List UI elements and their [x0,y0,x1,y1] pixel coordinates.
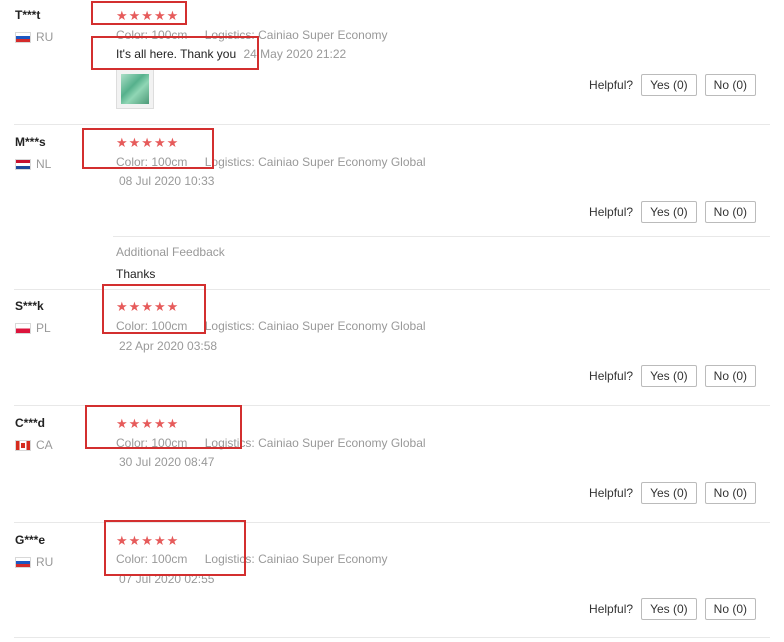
reviewer-name: S***k [15,299,44,313]
country-code: RU [36,555,54,569]
feedback-divider [113,236,770,237]
helpful-no-button[interactable]: No (0) [704,482,756,504]
reviewer-country: RU [15,555,53,569]
country-code: CA [36,438,53,452]
reviewer-country: PL [15,321,51,335]
country-code: PL [36,321,51,335]
helpful-yes-button[interactable]: Yes (0) [641,74,697,96]
reviewer-country: CA [15,438,53,452]
country-code: RU [36,30,54,44]
logistics-value: Cainiao Super Economy Global [258,319,426,333]
reviewer-name: T***t [15,8,41,22]
review-date: 30 Jul 2020 08:47 [119,455,215,469]
logistics-value: Cainiao Super Economy [258,28,388,42]
review-date: 22 Apr 2020 03:58 [119,339,218,353]
helpful-no-button[interactable]: No (0) [704,74,756,96]
review-date: 08 Jul 2020 10:33 [119,174,215,188]
review-divider [14,637,770,638]
reviewer-name: G***e [15,533,46,547]
helpful-yes-button[interactable]: Yes (0) [641,482,697,504]
logistics-value: Cainiao Super Economy Global [258,436,426,450]
helpful-label: Helpful? [589,205,634,219]
annotation-box [85,405,242,449]
helpful-label: Helpful? [589,78,634,92]
russia-flag-icon [15,31,31,43]
additional-feedback-text: Thanks [116,267,156,281]
helpful-label: Helpful? [589,602,634,616]
helpful-label: Helpful? [589,369,634,383]
additional-feedback-label: Additional Feedback [116,245,225,259]
reviewer-name: C***d [15,416,46,430]
country-code: NL [36,157,52,171]
logistics-value: Cainiao Super Economy Global [258,155,426,169]
helpful-label: Helpful? [589,486,634,500]
helpful-no-button[interactable]: No (0) [704,201,756,223]
logistics-value: Cainiao Super Economy [258,552,388,566]
annotation-box [104,520,246,576]
review-divider [14,124,770,125]
helpful-voting: Helpful? Yes (0) No (0) [589,365,756,387]
helpful-voting: Helpful? Yes (0) No (0) [589,74,756,96]
review-photo-thumbnail[interactable] [116,69,154,109]
annotation-box [91,1,187,25]
reviewer-name: M***s [15,135,46,149]
reviewer-country: RU [15,30,53,44]
netherlands-flag-icon [15,158,31,170]
helpful-yes-button[interactable]: Yes (0) [641,201,697,223]
logistics-label: Logistics: [204,319,255,333]
helpful-voting: Helpful? Yes (0) No (0) [589,201,756,223]
helpful-no-button[interactable]: No (0) [704,598,756,620]
annotation-box [91,36,259,70]
annotation-box [82,128,214,169]
helpful-no-button[interactable]: No (0) [704,365,756,387]
helpful-voting: Helpful? Yes (0) No (0) [589,482,756,504]
annotation-box [102,284,206,334]
helpful-yes-button[interactable]: Yes (0) [641,365,697,387]
poland-flag-icon [15,322,31,334]
russia-flag-icon [15,556,31,568]
helpful-voting: Helpful? Yes (0) No (0) [589,598,756,620]
reviewer-country: NL [15,157,51,171]
canada-flag-icon [15,439,31,451]
product-photo [121,74,149,104]
helpful-yes-button[interactable]: Yes (0) [641,598,697,620]
